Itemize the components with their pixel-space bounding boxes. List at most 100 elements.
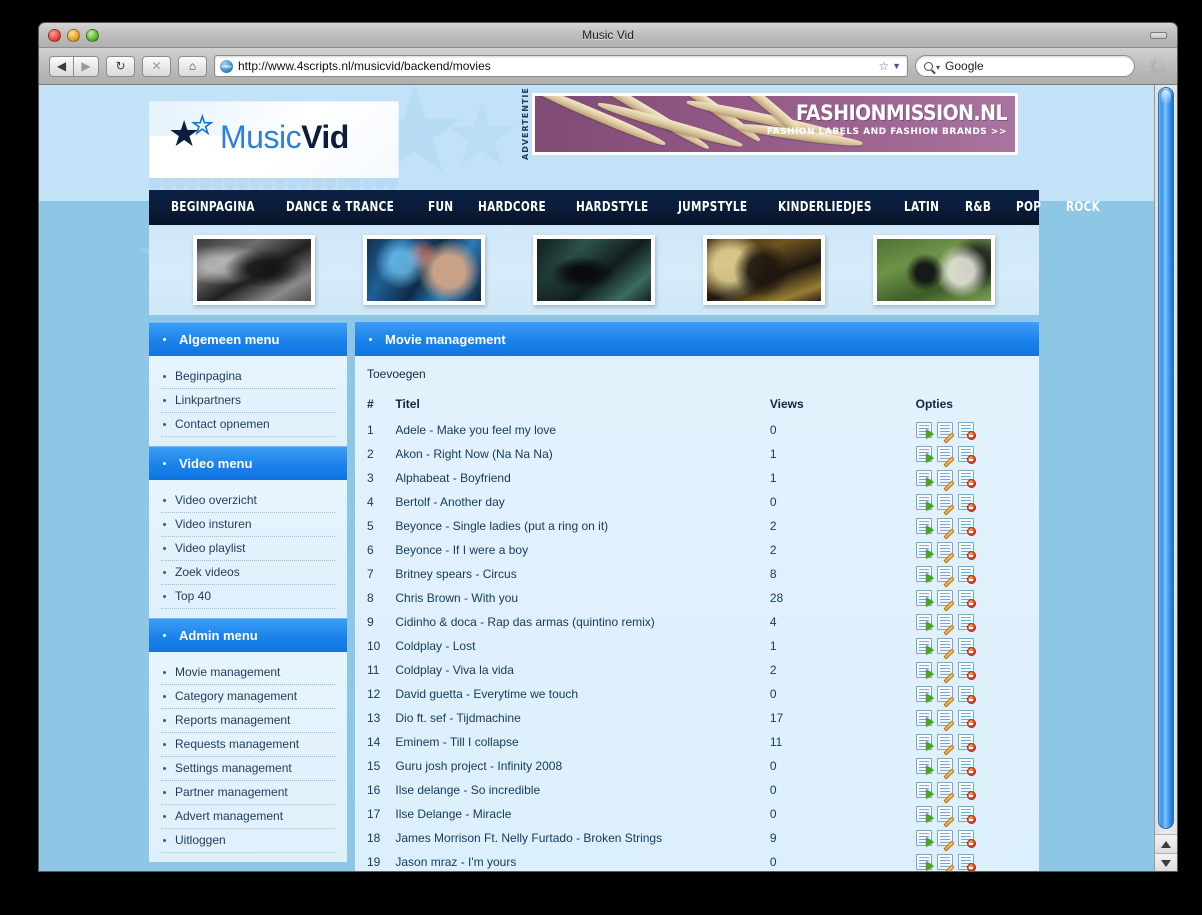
edit-icon[interactable] xyxy=(936,806,955,828)
advertisement-banner[interactable]: FASHIONMISSION.NL FASHION LABELS AND FAS… xyxy=(532,93,1018,155)
sidebar-item-video-overzicht[interactable]: Video overzicht xyxy=(161,489,335,513)
zoom-button[interactable] xyxy=(86,29,99,42)
edit-icon[interactable] xyxy=(936,854,955,871)
edit-icon[interactable] xyxy=(936,638,955,660)
view-icon[interactable] xyxy=(915,854,934,871)
delete-icon[interactable] xyxy=(957,614,976,632)
thumbnail-4[interactable] xyxy=(703,235,825,305)
view-icon[interactable] xyxy=(915,470,934,487)
stop-button[interactable]: ✕ xyxy=(142,55,171,77)
sidebar-item-beginpagina[interactable]: Beginpagina xyxy=(161,365,335,389)
nav-link-beginpagina[interactable]: BEGINPAGINA xyxy=(171,200,255,215)
thumbnail-1[interactable] xyxy=(193,235,315,305)
view-icon[interactable] xyxy=(915,494,934,511)
chevron-down-icon[interactable]: ▾ xyxy=(936,63,940,72)
delete-icon[interactable] xyxy=(957,662,976,680)
nav-link-pop[interactable]: POP xyxy=(1016,200,1041,215)
edit-icon[interactable] xyxy=(936,566,955,588)
view-icon[interactable] xyxy=(915,590,934,607)
add-link[interactable]: Toevoegen xyxy=(355,356,1039,383)
delete-icon[interactable] xyxy=(957,494,976,512)
sidebar-item-partner-management[interactable]: Partner management xyxy=(161,781,335,805)
sidebar-item-contact-opnemen[interactable]: Contact opnemen xyxy=(161,413,335,437)
minimize-button[interactable] xyxy=(67,29,80,42)
edit-icon[interactable] xyxy=(936,662,955,684)
sidebar-item-linkpartners[interactable]: Linkpartners xyxy=(161,389,335,413)
view-icon[interactable] xyxy=(915,518,934,535)
edit-icon[interactable] xyxy=(936,734,955,756)
nav-link-hardstyle[interactable]: HARDSTYLE xyxy=(576,200,649,215)
delete-icon[interactable] xyxy=(957,782,976,800)
nav-link-r-b[interactable]: R&B xyxy=(965,200,991,215)
view-icon[interactable] xyxy=(915,614,934,631)
view-icon[interactable] xyxy=(915,782,934,799)
delete-icon[interactable] xyxy=(957,566,976,584)
sidebar-item-requests-management[interactable]: Requests management xyxy=(161,733,335,757)
delete-icon[interactable] xyxy=(957,446,976,464)
delete-icon[interactable] xyxy=(957,638,976,656)
delete-icon[interactable] xyxy=(957,806,976,824)
reload-button[interactable]: ↻ xyxy=(106,55,135,77)
thumbnail-5[interactable] xyxy=(873,235,995,305)
sidebar-item-movie-management[interactable]: Movie management xyxy=(161,661,335,685)
view-icon[interactable] xyxy=(915,830,934,847)
edit-icon[interactable] xyxy=(936,830,955,852)
scroll-down-button[interactable] xyxy=(1155,853,1177,871)
view-icon[interactable] xyxy=(915,446,934,463)
edit-icon[interactable] xyxy=(936,470,955,492)
edit-icon[interactable] xyxy=(936,518,955,540)
edit-icon[interactable] xyxy=(936,614,955,636)
view-icon[interactable] xyxy=(915,806,934,823)
view-icon[interactable] xyxy=(915,542,934,559)
delete-icon[interactable] xyxy=(957,590,976,608)
edit-icon[interactable] xyxy=(936,542,955,564)
nav-link-dance-trance[interactable]: DANCE & TRANCE xyxy=(286,200,394,215)
thumbnail-3[interactable] xyxy=(533,235,655,305)
delete-icon[interactable] xyxy=(957,518,976,536)
view-icon[interactable] xyxy=(915,686,934,703)
view-icon[interactable] xyxy=(915,422,934,439)
delete-icon[interactable] xyxy=(957,734,976,752)
edit-icon[interactable] xyxy=(936,446,955,468)
delete-icon[interactable] xyxy=(957,710,976,728)
search-input[interactable]: ▾ Google xyxy=(915,55,1135,77)
toolbar-toggle-button[interactable] xyxy=(1150,32,1167,39)
sidebar-item-video-insturen[interactable]: Video insturen xyxy=(161,513,335,537)
nav-link-jumpstyle[interactable]: JUMPSTYLE xyxy=(678,200,747,215)
sidebar-item-uitloggen[interactable]: Uitloggen xyxy=(161,829,335,853)
vertical-scrollbar[interactable] xyxy=(1154,85,1177,871)
scrollbar-thumb[interactable] xyxy=(1158,87,1174,829)
scroll-up-button[interactable] xyxy=(1155,834,1177,853)
close-button[interactable] xyxy=(48,29,61,42)
edit-icon[interactable] xyxy=(936,710,955,732)
nav-link-kinderliedjes[interactable]: KINDERLIEDJES xyxy=(778,200,872,215)
view-icon[interactable] xyxy=(915,758,934,775)
address-bar[interactable]: http://www.4scripts.nl/musicvid/backend/… xyxy=(214,55,908,77)
delete-icon[interactable] xyxy=(957,830,976,848)
delete-icon[interactable] xyxy=(957,758,976,776)
delete-icon[interactable] xyxy=(957,542,976,560)
edit-icon[interactable] xyxy=(936,494,955,516)
edit-icon[interactable] xyxy=(936,782,955,804)
nav-link-hardcore[interactable]: HARDCORE xyxy=(478,200,546,215)
view-icon[interactable] xyxy=(915,710,934,727)
sidebar-item-video-playlist[interactable]: Video playlist xyxy=(161,537,335,561)
home-button[interactable]: ⌂ xyxy=(178,55,207,77)
delete-icon[interactable] xyxy=(957,854,976,871)
edit-icon[interactable] xyxy=(936,686,955,708)
sidebar-item-top-40[interactable]: Top 40 xyxy=(161,585,335,609)
bookmark-star-icon[interactable]: ☆ xyxy=(878,59,889,73)
sidebar-item-settings-management[interactable]: Settings management xyxy=(161,757,335,781)
sidebar-item-category-management[interactable]: Category management xyxy=(161,685,335,709)
thumbnail-2[interactable] xyxy=(363,235,485,305)
view-icon[interactable] xyxy=(915,662,934,679)
delete-icon[interactable] xyxy=(957,422,976,440)
edit-icon[interactable] xyxy=(936,758,955,780)
delete-icon[interactable] xyxy=(957,470,976,488)
nav-link-fun[interactable]: FUN xyxy=(428,200,453,215)
forward-button[interactable]: ▶ xyxy=(74,55,99,77)
nav-link-rock[interactable]: ROCK xyxy=(1066,200,1100,215)
sidebar-item-zoek-videos[interactable]: Zoek videos xyxy=(161,561,335,585)
edit-icon[interactable] xyxy=(936,422,955,444)
site-logo[interactable]: ★ ★ MusicVid xyxy=(149,101,399,178)
